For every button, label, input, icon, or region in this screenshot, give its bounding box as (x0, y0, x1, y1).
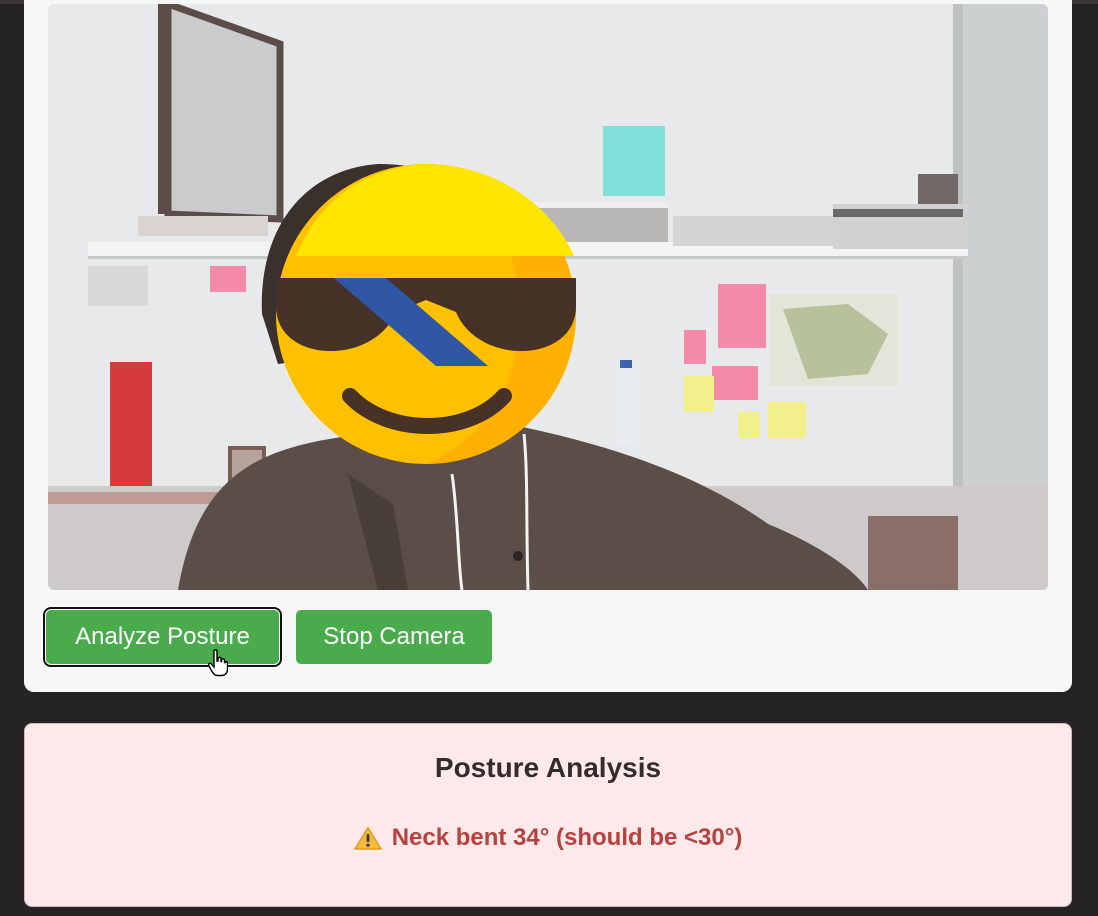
stop-camera-button[interactable]: Stop Camera (296, 610, 492, 664)
warning-icon (353, 826, 382, 850)
posture-warning-text: Neck bent 34° (should be <30°) (391, 824, 743, 851)
camera-scene (48, 4, 1048, 590)
hand-pointer-cursor-icon (208, 649, 228, 677)
analyze-posture-button[interactable]: Analyze Posture (43, 607, 282, 667)
posture-analysis-panel: Posture Analysis Neck bent 34° (should b… (24, 723, 1072, 907)
camera-card: Analyze Posture Stop Camera (24, 0, 1072, 692)
analysis-result: Neck bent 34° (should be <30°) (25, 824, 1071, 852)
analysis-title: Posture Analysis (434, 752, 662, 783)
camera-video-feed (48, 4, 1048, 590)
